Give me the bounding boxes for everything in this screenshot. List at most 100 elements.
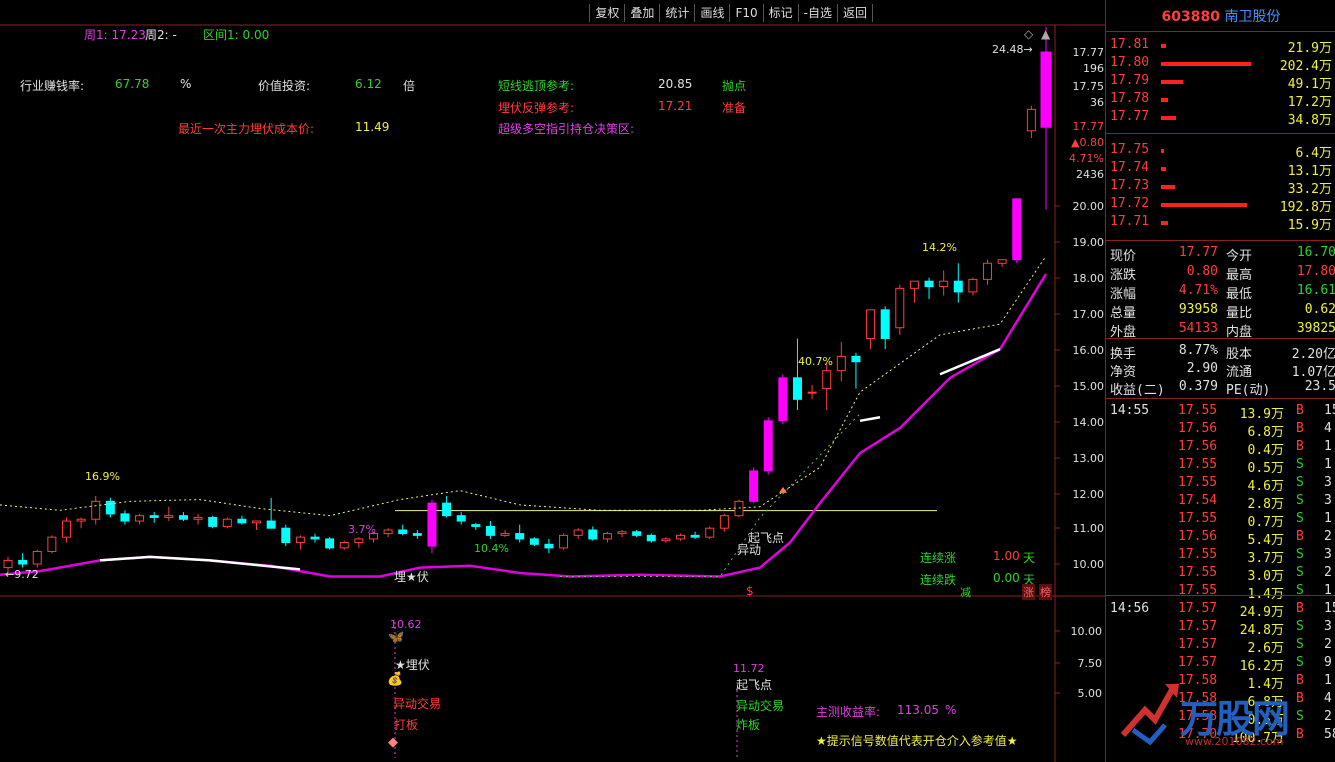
consec-up-value: 1.00 <box>993 549 1020 563</box>
price-axis-tick: 15.00 <box>1073 380 1105 393</box>
book-volume: 202.4万 <box>1279 59 1332 74</box>
candle-body <box>895 287 905 329</box>
book-volume: 33.2万 <box>1287 182 1332 197</box>
pct-label-104: 10.4% <box>474 542 509 555</box>
reduce-button[interactable]: 减 <box>960 584 971 600</box>
tick-side: B <box>1296 421 1304 436</box>
stock-header: 603880 南卫股份 <box>1106 6 1335 25</box>
gem-icon: ◆ <box>388 735 398 750</box>
volume-bar <box>1161 167 1166 171</box>
dollar-icon: $ <box>746 584 754 598</box>
butterfly-icon: 🦋 <box>388 630 405 645</box>
candle-body <box>237 518 247 524</box>
price-axis-tick: 17.75 <box>1073 80 1105 93</box>
tick-side: B <box>1296 439 1304 454</box>
tick-side: S <box>1296 475 1304 490</box>
bid-row[interactable]: 17.74 13.1万 <box>1106 160 1335 179</box>
candle-body <box>676 534 686 540</box>
tick-price: 17.56 <box>1178 529 1218 544</box>
ask-row[interactable]: 17.80 202.4万 <box>1106 55 1335 74</box>
quote-label: 今开 <box>1226 249 1253 264</box>
bid-row[interactable]: 17.75 6.4万 <box>1106 142 1335 161</box>
book-volume: 49.1万 <box>1287 77 1332 92</box>
board-2: 炸板 <box>736 718 761 732</box>
candle-body <box>866 309 876 339</box>
quote-label: 总量 <box>1110 306 1137 321</box>
abnormal-trade-1: 异动交易 <box>393 697 442 711</box>
candle-body <box>573 529 583 536</box>
candle-body <box>178 515 188 520</box>
fund-label: 换手 <box>1110 347 1137 362</box>
volume-bar <box>1161 98 1168 102</box>
tick-row: 17.57 24.8万 S 3 <box>1106 619 1335 638</box>
quote-value: 39825 <box>1296 321 1335 336</box>
tick-volume: 1.4万 <box>1247 587 1284 602</box>
tick-side: S <box>1296 511 1304 526</box>
ambush-signal: ★埋伏 <box>395 658 430 672</box>
tick-volume: 0.4万 <box>1247 443 1284 458</box>
tick-price: 17.57 <box>1178 601 1218 616</box>
candle-body <box>500 533 510 536</box>
candle-body <box>354 538 364 544</box>
candle-body <box>968 278 978 293</box>
tick-count: 1 <box>1324 439 1332 454</box>
fund-row: 换手 8.77% 股本 2.20亿 <box>1106 343 1335 362</box>
price-axis-tick: 20.00 <box>1073 200 1105 213</box>
rank-button[interactable]: 榜 <box>1039 584 1052 600</box>
bid-row[interactable]: 17.72 192.8万 <box>1106 196 1335 215</box>
limit-up-button[interactable]: 涨 <box>1022 584 1035 600</box>
lower-band-white-2 <box>939 348 1001 376</box>
fund-value: 0.379 <box>1178 379 1218 394</box>
ask-row[interactable]: 17.78 17.2万 <box>1106 91 1335 110</box>
candle-body <box>749 470 759 502</box>
price-axis-tick: 2436 <box>1076 168 1104 181</box>
tick-price: 17.55 <box>1178 403 1218 418</box>
profit-unit: % <box>945 703 957 717</box>
fund-value: 8.77% <box>1178 343 1218 358</box>
candle-body <box>983 262 993 280</box>
candle-body <box>851 355 861 363</box>
price-axis-tick: 18.00 <box>1073 272 1105 285</box>
candle-body <box>778 377 788 422</box>
bid-row[interactable]: 17.71 15.9万 <box>1106 214 1335 233</box>
kline-chart-area[interactable]: 复权 叠加 统计 画线 F10 标记 -自选 返回 周1: 17.23 周2: - 区间1: … <box>0 0 1105 762</box>
candle-body <box>456 515 466 522</box>
low-marker: ←9.72 <box>5 568 39 581</box>
fund-value: 1.07亿 <box>1291 365 1335 380</box>
candle-body <box>485 525 495 536</box>
tick-price: 17.54 <box>1178 493 1218 508</box>
high-marker: 24.48→ <box>992 43 1033 56</box>
quote-label: 最低 <box>1226 287 1253 302</box>
candle-body <box>602 533 612 540</box>
book-price: 17.73 <box>1110 178 1150 193</box>
book-volume: 13.1万 <box>1287 164 1332 179</box>
book-volume: 17.2万 <box>1287 95 1332 110</box>
quote-label: 最高 <box>1226 268 1253 283</box>
tick-price: 17.57 <box>1178 655 1218 670</box>
candle-body <box>281 527 291 544</box>
trend-link <box>560 413 861 578</box>
candle-body <box>76 518 86 522</box>
volume-bar <box>1161 221 1168 225</box>
ask-row[interactable]: 17.79 49.1万 <box>1106 73 1335 92</box>
ask-row[interactable]: 17.81 21.9万 <box>1106 37 1335 56</box>
watermark-logo: 万股网 www.201082.com <box>1115 680 1330 750</box>
diamond-icon: ◇ <box>1024 27 1034 41</box>
candle-body <box>909 280 919 289</box>
tick-price: 17.57 <box>1178 637 1218 652</box>
candle-body <box>295 536 305 544</box>
price-axis-tick: 19.00 <box>1073 236 1105 249</box>
candle-body <box>544 543 554 549</box>
candle-body <box>807 391 817 394</box>
bid-row[interactable]: 17.73 33.2万 <box>1106 178 1335 197</box>
candle-body <box>1040 51 1052 128</box>
ask-row[interactable]: 17.77 34.8万 <box>1106 109 1335 128</box>
quote-value: 4.71% <box>1178 283 1218 298</box>
tick-row: 17.55 0.7万 S 1 <box>1106 511 1335 530</box>
candle-body <box>61 520 71 538</box>
tick-price: 17.55 <box>1178 547 1218 562</box>
candle-body <box>1012 198 1022 261</box>
up-caret-icon: ▲ <box>1041 27 1051 41</box>
tick-volume: 3.0万 <box>1247 569 1284 584</box>
candle-body <box>1026 108 1036 132</box>
